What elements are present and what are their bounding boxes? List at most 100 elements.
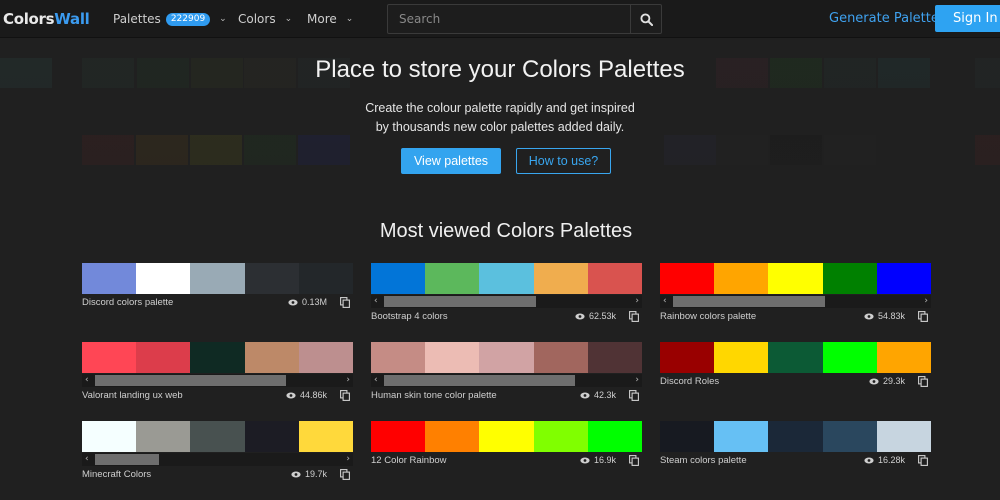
color-swatch[interactable] bbox=[876, 342, 932, 373]
color-swatch[interactable] bbox=[822, 263, 877, 294]
color-swatch[interactable] bbox=[82, 421, 137, 452]
palette-scrollbar[interactable]: ‹ › bbox=[371, 374, 642, 387]
color-swatch[interactable] bbox=[136, 421, 191, 452]
copy-icon[interactable] bbox=[918, 376, 929, 387]
color-swatch[interactable] bbox=[876, 263, 932, 294]
color-swatch[interactable] bbox=[425, 421, 480, 452]
color-swatch[interactable] bbox=[660, 421, 715, 452]
logo[interactable]: ColorsWall bbox=[3, 10, 90, 28]
palette-card[interactable]: ‹ › Rainbow colors palette 54.83k bbox=[660, 263, 932, 325]
color-swatch[interactable] bbox=[425, 263, 480, 294]
palette-scrollbar[interactable]: ‹ › bbox=[82, 453, 353, 466]
color-swatch[interactable] bbox=[533, 263, 588, 294]
palette-name[interactable]: Bootstrap 4 colors bbox=[371, 311, 448, 322]
color-swatch[interactable] bbox=[298, 263, 354, 294]
copy-icon[interactable] bbox=[629, 455, 640, 466]
scroll-thumb[interactable] bbox=[384, 375, 575, 386]
sign-in-button[interactable]: Sign In bbox=[935, 5, 1000, 32]
color-swatch[interactable] bbox=[768, 263, 823, 294]
copy-icon[interactable] bbox=[918, 311, 929, 322]
color-swatch[interactable] bbox=[533, 342, 588, 373]
copy-icon[interactable] bbox=[340, 297, 351, 308]
view-palettes-button[interactable]: View palettes bbox=[401, 148, 501, 174]
palette-swatches[interactable] bbox=[660, 342, 932, 373]
palette-scrollbar[interactable]: ‹ › bbox=[371, 295, 642, 308]
palette-swatches[interactable] bbox=[660, 421, 932, 452]
palette-card[interactable]: Steam colors palette 16.28k bbox=[660, 421, 932, 469]
scroll-right-icon[interactable]: › bbox=[635, 374, 639, 387]
palette-card[interactable]: Discord Roles 29.3k bbox=[660, 342, 932, 390]
copy-icon[interactable] bbox=[629, 390, 640, 401]
color-swatch[interactable] bbox=[533, 421, 588, 452]
generate-palette-link[interactable]: Generate Palette bbox=[829, 11, 939, 26]
palette-card[interactable]: Discord colors palette 0.13M bbox=[82, 263, 354, 311]
palette-name[interactable]: Discord Roles bbox=[660, 376, 719, 387]
palette-name[interactable]: Valorant landing ux web bbox=[82, 390, 183, 401]
nav-more-dropdown[interactable]: More ⌄ bbox=[307, 12, 353, 26]
palette-swatches[interactable] bbox=[660, 263, 932, 294]
color-swatch[interactable] bbox=[479, 263, 534, 294]
color-swatch[interactable] bbox=[587, 421, 643, 452]
scroll-right-icon[interactable]: › bbox=[346, 453, 350, 466]
palette-scrollbar[interactable]: ‹ › bbox=[660, 295, 931, 308]
scroll-left-icon[interactable]: ‹ bbox=[85, 374, 89, 387]
scroll-right-icon[interactable]: › bbox=[635, 295, 639, 308]
color-swatch[interactable] bbox=[768, 421, 823, 452]
color-swatch[interactable] bbox=[298, 421, 354, 452]
palette-name[interactable]: Human skin tone color palette bbox=[371, 390, 497, 401]
color-swatch[interactable] bbox=[244, 421, 299, 452]
palette-swatches[interactable] bbox=[82, 263, 354, 294]
color-swatch[interactable] bbox=[82, 263, 137, 294]
color-swatch[interactable] bbox=[479, 342, 534, 373]
color-swatch[interactable] bbox=[371, 342, 426, 373]
scroll-left-icon[interactable]: ‹ bbox=[374, 295, 378, 308]
scroll-right-icon[interactable]: › bbox=[924, 295, 928, 308]
color-swatch[interactable] bbox=[244, 342, 299, 373]
palette-card[interactable]: 12 Color Rainbow 16.9k bbox=[371, 421, 643, 469]
palette-card[interactable]: ‹ › Human skin tone color palette 42.3k bbox=[371, 342, 643, 404]
palette-swatches[interactable] bbox=[371, 263, 643, 294]
palette-name[interactable]: Minecraft Colors bbox=[82, 469, 151, 480]
color-swatch[interactable] bbox=[714, 342, 769, 373]
color-swatch[interactable] bbox=[136, 263, 191, 294]
color-swatch[interactable] bbox=[822, 342, 877, 373]
color-swatch[interactable] bbox=[587, 263, 643, 294]
color-swatch[interactable] bbox=[876, 421, 932, 452]
palette-scrollbar[interactable]: ‹ › bbox=[82, 374, 353, 387]
copy-icon[interactable] bbox=[918, 455, 929, 466]
nav-colors-dropdown[interactable]: Colors ⌄ bbox=[238, 12, 292, 26]
color-swatch[interactable] bbox=[82, 342, 137, 373]
color-swatch[interactable] bbox=[660, 263, 715, 294]
palette-name[interactable]: Steam colors palette bbox=[660, 455, 747, 466]
scroll-thumb[interactable] bbox=[384, 296, 536, 307]
color-swatch[interactable] bbox=[714, 421, 769, 452]
palette-swatches[interactable] bbox=[82, 421, 354, 452]
scroll-left-icon[interactable]: ‹ bbox=[374, 374, 378, 387]
color-swatch[interactable] bbox=[190, 342, 245, 373]
color-swatch[interactable] bbox=[298, 342, 354, 373]
color-swatch[interactable] bbox=[190, 263, 245, 294]
palette-name[interactable]: Rainbow colors palette bbox=[660, 311, 756, 322]
how-to-use-button[interactable]: How to use? bbox=[516, 148, 611, 174]
color-swatch[interactable] bbox=[371, 421, 426, 452]
nav-palettes-dropdown[interactable]: Palettes 222909 ⌄ bbox=[113, 12, 227, 26]
color-swatch[interactable] bbox=[822, 421, 877, 452]
scroll-right-icon[interactable]: › bbox=[346, 374, 350, 387]
copy-icon[interactable] bbox=[340, 469, 351, 480]
copy-icon[interactable] bbox=[340, 390, 351, 401]
color-swatch[interactable] bbox=[714, 263, 769, 294]
scroll-left-icon[interactable]: ‹ bbox=[85, 453, 89, 466]
palette-swatches[interactable] bbox=[371, 342, 643, 373]
scroll-thumb[interactable] bbox=[673, 296, 825, 307]
color-swatch[interactable] bbox=[587, 342, 643, 373]
color-swatch[interactable] bbox=[768, 342, 823, 373]
search-input[interactable] bbox=[388, 5, 631, 33]
palette-card[interactable]: ‹ › Minecraft Colors 19.7k bbox=[82, 421, 354, 483]
color-swatch[interactable] bbox=[660, 342, 715, 373]
palette-swatches[interactable] bbox=[82, 342, 354, 373]
palette-swatches[interactable] bbox=[371, 421, 643, 452]
palette-card[interactable]: ‹ › Bootstrap 4 colors 62.53k bbox=[371, 263, 643, 325]
palette-name[interactable]: 12 Color Rainbow bbox=[371, 455, 447, 466]
copy-icon[interactable] bbox=[629, 311, 640, 322]
search-button[interactable] bbox=[630, 5, 661, 33]
